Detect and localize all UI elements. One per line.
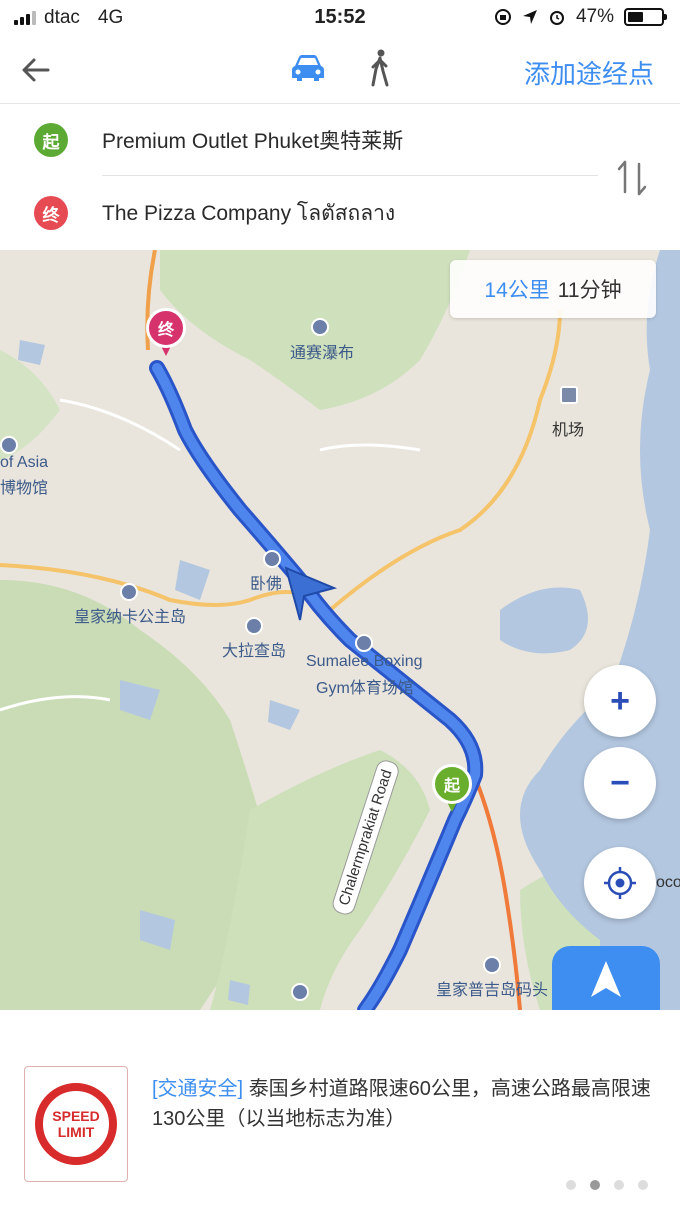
tip-tag: [交通安全] [152,1078,244,1100]
battery-percent: 47% [575,6,614,27]
alarm-icon [549,11,564,25]
tab-drive[interactable] [288,48,328,88]
page-dot[interactable] [638,1180,648,1190]
naka-label: 皇家纳卡公主岛 [74,609,187,626]
battery-fill [628,12,644,22]
tarachal-label: 大拉查岛 [222,643,287,660]
boxing-poi-icon[interactable] [355,634,373,652]
end-location-field[interactable]: The Pizza Company โลตัสถลาง [102,177,598,249]
airport-icon[interactable] [560,386,578,404]
route-summary[interactable]: 14公里 11分钟 [450,260,656,318]
locate-button[interactable] [584,847,656,919]
page-indicator [566,1180,648,1190]
start-location-text: Premium Outlet Phuket奥特莱斯 [102,129,404,153]
boxing-label-line2: Gym体育场馆 [316,680,414,697]
pier-label: 皇家普吉岛码头 [436,982,549,999]
location-arrow-icon [522,10,537,24]
back-arrow-icon[interactable] [18,52,54,88]
car-icon [292,55,324,81]
start-map-pin[interactable]: 起 [432,764,472,816]
route-distance: 14公里 [484,279,550,302]
travel-mode-tabs [288,48,400,88]
route-header: 添加途经点 [0,36,680,104]
navigation-arrow-icon [591,961,621,997]
end-pin-badge: 终 [146,308,186,348]
carrier-label: dtac [44,7,80,28]
speed-limit-sign-icon: SPEED LIMIT [24,1066,128,1182]
status-bar: dtac 4G 15:52 47% [0,0,680,36]
orientation-lock-icon [494,9,511,25]
asia-label-line1: of Asia [0,454,49,471]
status-right: 47% [494,6,667,28]
buddha-poi-icon[interactable] [263,550,281,568]
status-left: dtac 4G [14,7,123,29]
end-badge: 终 [34,196,68,230]
speed-limit-sign: SPEED LIMIT [35,1083,117,1165]
navigate-button[interactable]: 导航 [552,946,660,1010]
battery-icon [624,8,667,26]
start-location-field[interactable]: Premium Outlet Phuket奥特莱斯 [102,104,598,176]
add-waypoint-button[interactable]: 添加途经点 [524,54,654,91]
pier-poi-icon[interactable] [483,956,501,974]
tab-walk[interactable] [360,48,400,88]
page-dot[interactable] [566,1180,576,1190]
zoom-out-button[interactable]: − [584,747,656,819]
page-dot[interactable] [590,1180,600,1190]
start-badge: 起 [34,123,68,157]
poi-icon[interactable] [291,983,309,1001]
route-duration: 11分钟 [557,279,622,302]
tip-text: [交通安全] 泰国乡村道路限速60公里，高速公路最高限速130公里（以当地标志为… [152,1074,672,1134]
asia-label-line2: 博物馆 [0,480,49,497]
airport-label: 机场 [552,422,585,439]
start-pin-badge: 起 [432,764,472,804]
safety-tip-card[interactable]: SPEED LIMIT [交通安全] 泰国乡村道路限速60公里，高速公路最高限速… [0,1010,680,1209]
tarachal-poi-icon[interactable] [245,617,263,635]
waterfall-poi-icon[interactable] [311,318,329,336]
walking-person-icon [371,49,389,87]
zoom-in-button[interactable]: + [584,665,656,737]
sign-line2: LIMIT [57,1124,95,1140]
page-dot[interactable] [614,1180,624,1190]
swap-icon[interactable] [614,158,650,198]
network-label: 4G [97,7,124,28]
locate-icon [604,867,636,899]
museum-poi-icon[interactable] [0,436,18,454]
signal-icon [14,11,36,25]
naka-poi-icon[interactable] [120,583,138,601]
end-location-text: The Pizza Company โลตัสถลาง [102,201,396,225]
end-map-pin[interactable]: 终 [146,308,186,360]
route-map[interactable]: 通赛瀑布 机场 of Asia 博物馆 卧佛 皇家纳卡公主岛 大拉查岛 Suma… [0,250,680,1010]
edge-label: oco [656,874,680,891]
sign-line1: SPEED [52,1107,100,1124]
waterfall-label: 通赛瀑布 [290,345,355,362]
buddha-label: 卧佛 [250,576,283,593]
boxing-label-line1: Sumalee Boxing [306,653,423,670]
route-panel: 起 Premium Outlet Phuket奥特莱斯 终 The Pizza … [0,104,680,250]
